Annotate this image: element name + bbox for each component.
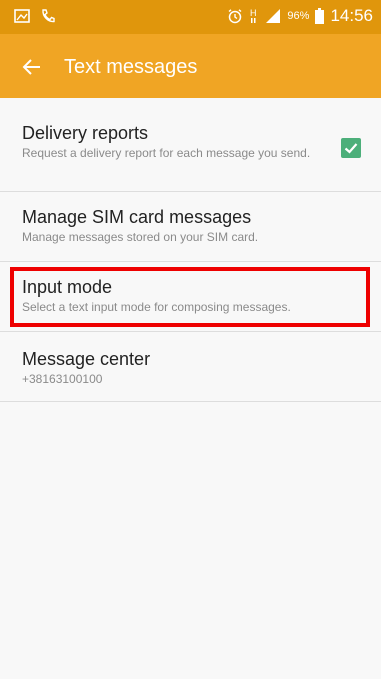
signal-icon — [266, 9, 281, 23]
setting-title: Message center — [22, 349, 151, 369]
setting-title: Delivery reports — [22, 123, 149, 143]
setting-subtitle: Request a delivery report for each messa… — [22, 146, 311, 160]
setting-delivery-reports[interactable]: Delivery reports Request a delivery repo… — [0, 98, 381, 192]
settings-list: Delivery reports Request a delivery repo… — [0, 98, 381, 402]
network-type-icon: H — [250, 8, 257, 23]
delivery-reports-checkbox[interactable] — [341, 138, 361, 158]
setting-message-center[interactable]: Message center +38163100100 — [0, 332, 381, 402]
setting-input-mode[interactable]: Input mode Select a text input mode for … — [0, 262, 381, 332]
page-title: Text messages — [64, 56, 198, 78]
checkmark-icon — [344, 143, 358, 154]
setting-title: Input mode — [22, 277, 113, 297]
gallery-icon — [14, 9, 30, 23]
setting-subtitle: Manage messages stored on your SIM card. — [22, 230, 259, 244]
status-bar: H 96% 14:56 — [0, 0, 381, 34]
phone-call-icon — [42, 9, 55, 23]
setting-title: Manage SIM card messages — [22, 207, 252, 227]
clock: 14:56 — [330, 6, 373, 25]
back-arrow-icon[interactable] — [20, 55, 44, 79]
status-right-icons: H 96% 14:56 — [227, 6, 373, 26]
battery-percent: 96% — [287, 10, 310, 22]
setting-subtitle: +38163100100 — [22, 372, 103, 386]
screen: H 96% 14:56 Text messages Delivery repor… — [0, 0, 381, 679]
alarm-icon — [228, 9, 242, 24]
setting-subtitle: Select a text input mode for composing m… — [22, 300, 291, 314]
battery-icon — [315, 8, 325, 24]
svg-text:H: H — [250, 8, 257, 18]
app-bar: Text messages — [0, 34, 381, 98]
setting-manage-sim-messages[interactable]: Manage SIM card messages Manage messages… — [0, 192, 381, 262]
status-left-icons — [14, 8, 56, 24]
